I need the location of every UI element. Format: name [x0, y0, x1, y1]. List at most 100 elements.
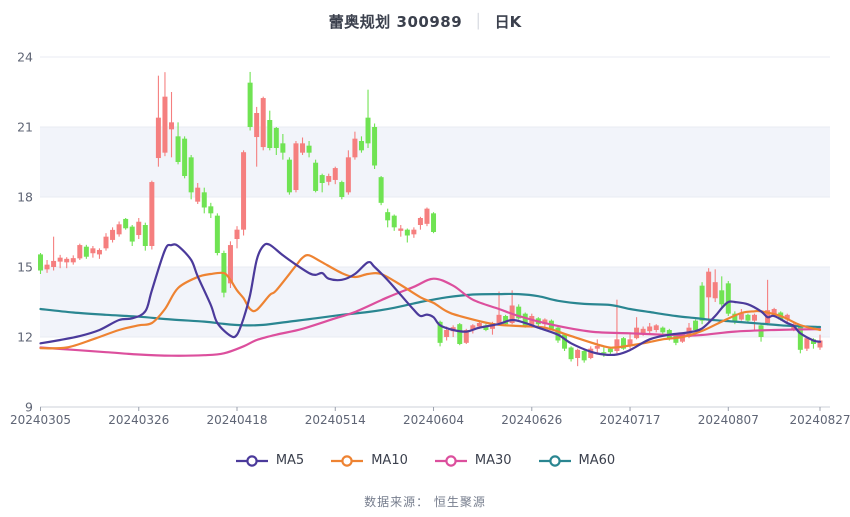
- candle[interactable]: [582, 350, 587, 363]
- candle[interactable]: [84, 245, 89, 259]
- candle-body: [149, 182, 154, 246]
- candle-body: [582, 351, 587, 360]
- candle[interactable]: [248, 72, 253, 131]
- legend-label: MA30: [475, 453, 512, 468]
- candle-body: [176, 136, 181, 162]
- candle-body: [339, 182, 344, 197]
- candle[interactable]: [405, 229, 410, 243]
- candle-body: [385, 212, 390, 220]
- candle[interactable]: [398, 225, 403, 237]
- candle[interactable]: [208, 203, 213, 218]
- candle-body: [320, 175, 325, 183]
- candle[interactable]: [759, 324, 764, 342]
- candle-body: [366, 118, 371, 144]
- x-axis-label: 20240807: [698, 413, 759, 427]
- candle-body: [51, 261, 56, 267]
- candle[interactable]: [149, 181, 154, 250]
- candle-body: [130, 227, 135, 242]
- candle[interactable]: [182, 136, 187, 178]
- candle[interactable]: [418, 217, 423, 230]
- candle-body: [71, 258, 76, 262]
- y-axis-label: 24: [17, 49, 33, 64]
- candle[interactable]: [104, 233, 109, 251]
- candle[interactable]: [51, 237, 56, 271]
- candle-body: [418, 218, 423, 225]
- legend-item-ma10[interactable]: MA10: [330, 453, 408, 468]
- candle[interactable]: [424, 208, 429, 227]
- candle[interactable]: [162, 72, 167, 156]
- y-axis-label: 15: [17, 259, 33, 274]
- candle[interactable]: [77, 244, 82, 260]
- candle[interactable]: [58, 255, 63, 268]
- candle[interactable]: [457, 323, 462, 345]
- candle[interactable]: [621, 337, 626, 350]
- candle[interactable]: [130, 225, 135, 246]
- candle-body: [752, 315, 757, 321]
- candle[interactable]: [411, 227, 416, 238]
- candle[interactable]: [215, 213, 220, 255]
- candle[interactable]: [569, 346, 574, 361]
- candle[interactable]: [156, 76, 161, 167]
- candle[interactable]: [71, 255, 76, 264]
- candle-body: [398, 229, 403, 231]
- y-axis-label: 21: [17, 119, 33, 134]
- candle[interactable]: [90, 246, 95, 258]
- candle-body: [169, 122, 174, 129]
- candle-body: [379, 177, 384, 203]
- candle[interactable]: [143, 223, 148, 251]
- candle[interactable]: [562, 334, 567, 352]
- candle[interactable]: [595, 339, 600, 353]
- candle[interactable]: [117, 222, 122, 237]
- candle-body: [352, 139, 357, 158]
- candle[interactable]: [241, 150, 246, 235]
- candle[interactable]: [235, 226, 240, 248]
- candle[interactable]: [745, 314, 750, 322]
- ma5-legend-marker-icon: [235, 454, 269, 468]
- candle-body: [110, 230, 115, 240]
- candle-body: [77, 245, 82, 258]
- stock-chart-page: 蕾奥规划 300989 │ 日K 24211815129202403052024…: [0, 0, 850, 517]
- candle[interactable]: [261, 97, 266, 151]
- candle[interactable]: [385, 209, 390, 228]
- candle-body: [123, 219, 128, 228]
- candle-body: [156, 118, 161, 158]
- legend-item-ma60[interactable]: MA60: [538, 453, 616, 468]
- candle[interactable]: [123, 218, 128, 230]
- candle-body: [333, 168, 338, 180]
- candle-body: [601, 352, 606, 353]
- candle[interactable]: [293, 141, 298, 192]
- candle[interactable]: [431, 212, 436, 233]
- candle[interactable]: [726, 281, 731, 316]
- legend-item-ma30[interactable]: MA30: [434, 453, 512, 468]
- candle-body: [497, 315, 502, 323]
- candle-body: [58, 258, 63, 262]
- kline-chart-canvas[interactable]: 2421181512920240305202403262024041820240…: [0, 0, 850, 450]
- x-axis-label: 20240418: [206, 413, 267, 427]
- candle-body: [346, 157, 351, 192]
- candle[interactable]: [392, 215, 397, 231]
- candle[interactable]: [287, 157, 292, 194]
- candle[interactable]: [339, 181, 344, 200]
- candle-body: [248, 83, 253, 127]
- candle[interactable]: [372, 124, 377, 170]
- candle-body: [254, 113, 259, 137]
- candle-body: [608, 349, 613, 353]
- legend-item-ma5[interactable]: MA5: [235, 453, 304, 468]
- candle[interactable]: [379, 176, 384, 205]
- candle-body: [241, 152, 246, 229]
- candle[interactable]: [110, 227, 115, 242]
- candle[interactable]: [575, 349, 580, 367]
- candle[interactable]: [97, 248, 102, 259]
- candle[interactable]: [366, 90, 371, 148]
- candle-body: [235, 230, 240, 239]
- candle[interactable]: [136, 218, 141, 239]
- candle[interactable]: [313, 160, 318, 193]
- candle-body: [182, 139, 187, 176]
- x-axis-label: 20240827: [789, 413, 850, 427]
- candle-body: [267, 120, 272, 148]
- x-axis-label: 20240604: [403, 413, 464, 427]
- candle-body: [64, 259, 69, 263]
- candle-body: [595, 346, 600, 349]
- candle-body: [307, 146, 312, 153]
- candle[interactable]: [267, 111, 272, 151]
